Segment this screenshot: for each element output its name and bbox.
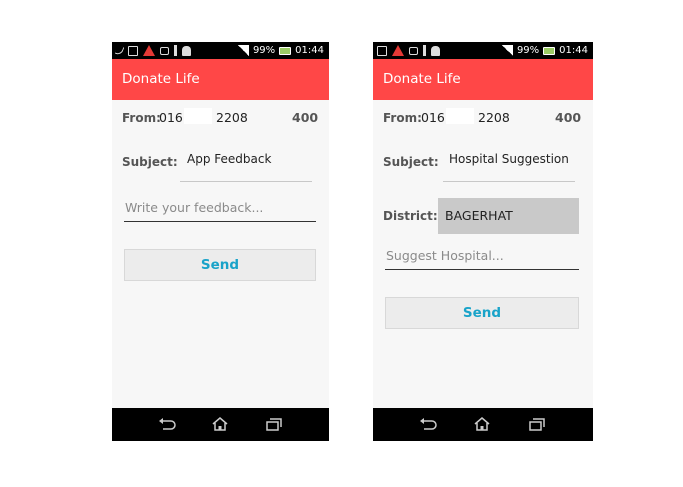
signal-icon bbox=[501, 45, 513, 56]
subject-value: App Feedback bbox=[187, 152, 272, 166]
usb-icon bbox=[174, 45, 177, 56]
hospital-placeholder: Suggest Hospital... bbox=[386, 248, 504, 263]
clock: 01:44 bbox=[295, 45, 324, 56]
battery-icon bbox=[543, 46, 556, 55]
app-title: Donate Life bbox=[122, 71, 200, 87]
home-icon[interactable] bbox=[211, 417, 229, 431]
redacted-number bbox=[446, 108, 474, 124]
battery-percent: 99% bbox=[252, 45, 276, 56]
chat-icon bbox=[160, 46, 169, 55]
usb-icon bbox=[423, 45, 426, 56]
character-count: 400 bbox=[292, 110, 319, 125]
back-icon[interactable] bbox=[419, 417, 437, 431]
clock: 01:44 bbox=[559, 45, 588, 56]
status-bar: 99% 01:44 bbox=[112, 42, 329, 59]
from-number-suffix: 2208 bbox=[216, 110, 248, 125]
from-label: From: bbox=[383, 111, 422, 125]
character-count: 400 bbox=[555, 110, 582, 125]
send-button[interactable]: Send bbox=[124, 249, 316, 281]
subject-label: Subject: bbox=[122, 155, 178, 169]
recent-apps-icon[interactable] bbox=[528, 417, 546, 431]
from-number-prefix: 016 bbox=[159, 110, 183, 125]
phone-screen-feedback: 99% 01:44 Donate Life From: 016 2208 400… bbox=[112, 42, 329, 441]
chat-icon bbox=[409, 46, 418, 55]
navigation-bar bbox=[373, 408, 593, 441]
from-label: From: bbox=[122, 111, 161, 125]
image-icon bbox=[128, 45, 138, 56]
back-icon[interactable] bbox=[158, 417, 176, 431]
redacted-number bbox=[184, 108, 212, 124]
hospital-input[interactable]: Suggest Hospital... bbox=[385, 248, 579, 270]
phone-screen-hospital-suggestion: 99% 01:44 Donate Life From: 016 2208 400… bbox=[373, 42, 593, 441]
signal-icon bbox=[237, 45, 249, 56]
battery-percent: 99% bbox=[516, 45, 540, 56]
from-number-suffix: 2208 bbox=[478, 110, 510, 125]
image-icon bbox=[377, 45, 387, 56]
app-bar: Donate Life bbox=[112, 59, 329, 100]
warning-icon bbox=[143, 45, 155, 56]
subject-value: Hospital Suggestion bbox=[449, 152, 569, 166]
call-icon bbox=[114, 45, 125, 56]
subject-field-underline bbox=[443, 166, 575, 182]
android-icon bbox=[182, 45, 191, 56]
home-icon[interactable] bbox=[473, 417, 491, 431]
app-bar: Donate Life bbox=[373, 59, 593, 100]
subject-field-underline bbox=[180, 166, 312, 182]
warning-icon bbox=[392, 45, 404, 56]
feedback-placeholder: Write your feedback... bbox=[125, 200, 264, 215]
district-select[interactable]: BAGERHAT bbox=[438, 198, 579, 234]
feedback-input[interactable]: Write your feedback... bbox=[124, 200, 316, 222]
district-label: District: bbox=[383, 209, 438, 223]
android-icon bbox=[431, 45, 440, 56]
battery-icon bbox=[279, 46, 292, 55]
navigation-bar bbox=[112, 408, 329, 441]
send-button[interactable]: Send bbox=[385, 297, 579, 329]
from-number-prefix: 016 bbox=[421, 110, 445, 125]
status-bar: 99% 01:44 bbox=[373, 42, 593, 59]
subject-label: Subject: bbox=[383, 155, 439, 169]
recent-apps-icon[interactable] bbox=[265, 417, 283, 431]
app-title: Donate Life bbox=[383, 71, 461, 87]
